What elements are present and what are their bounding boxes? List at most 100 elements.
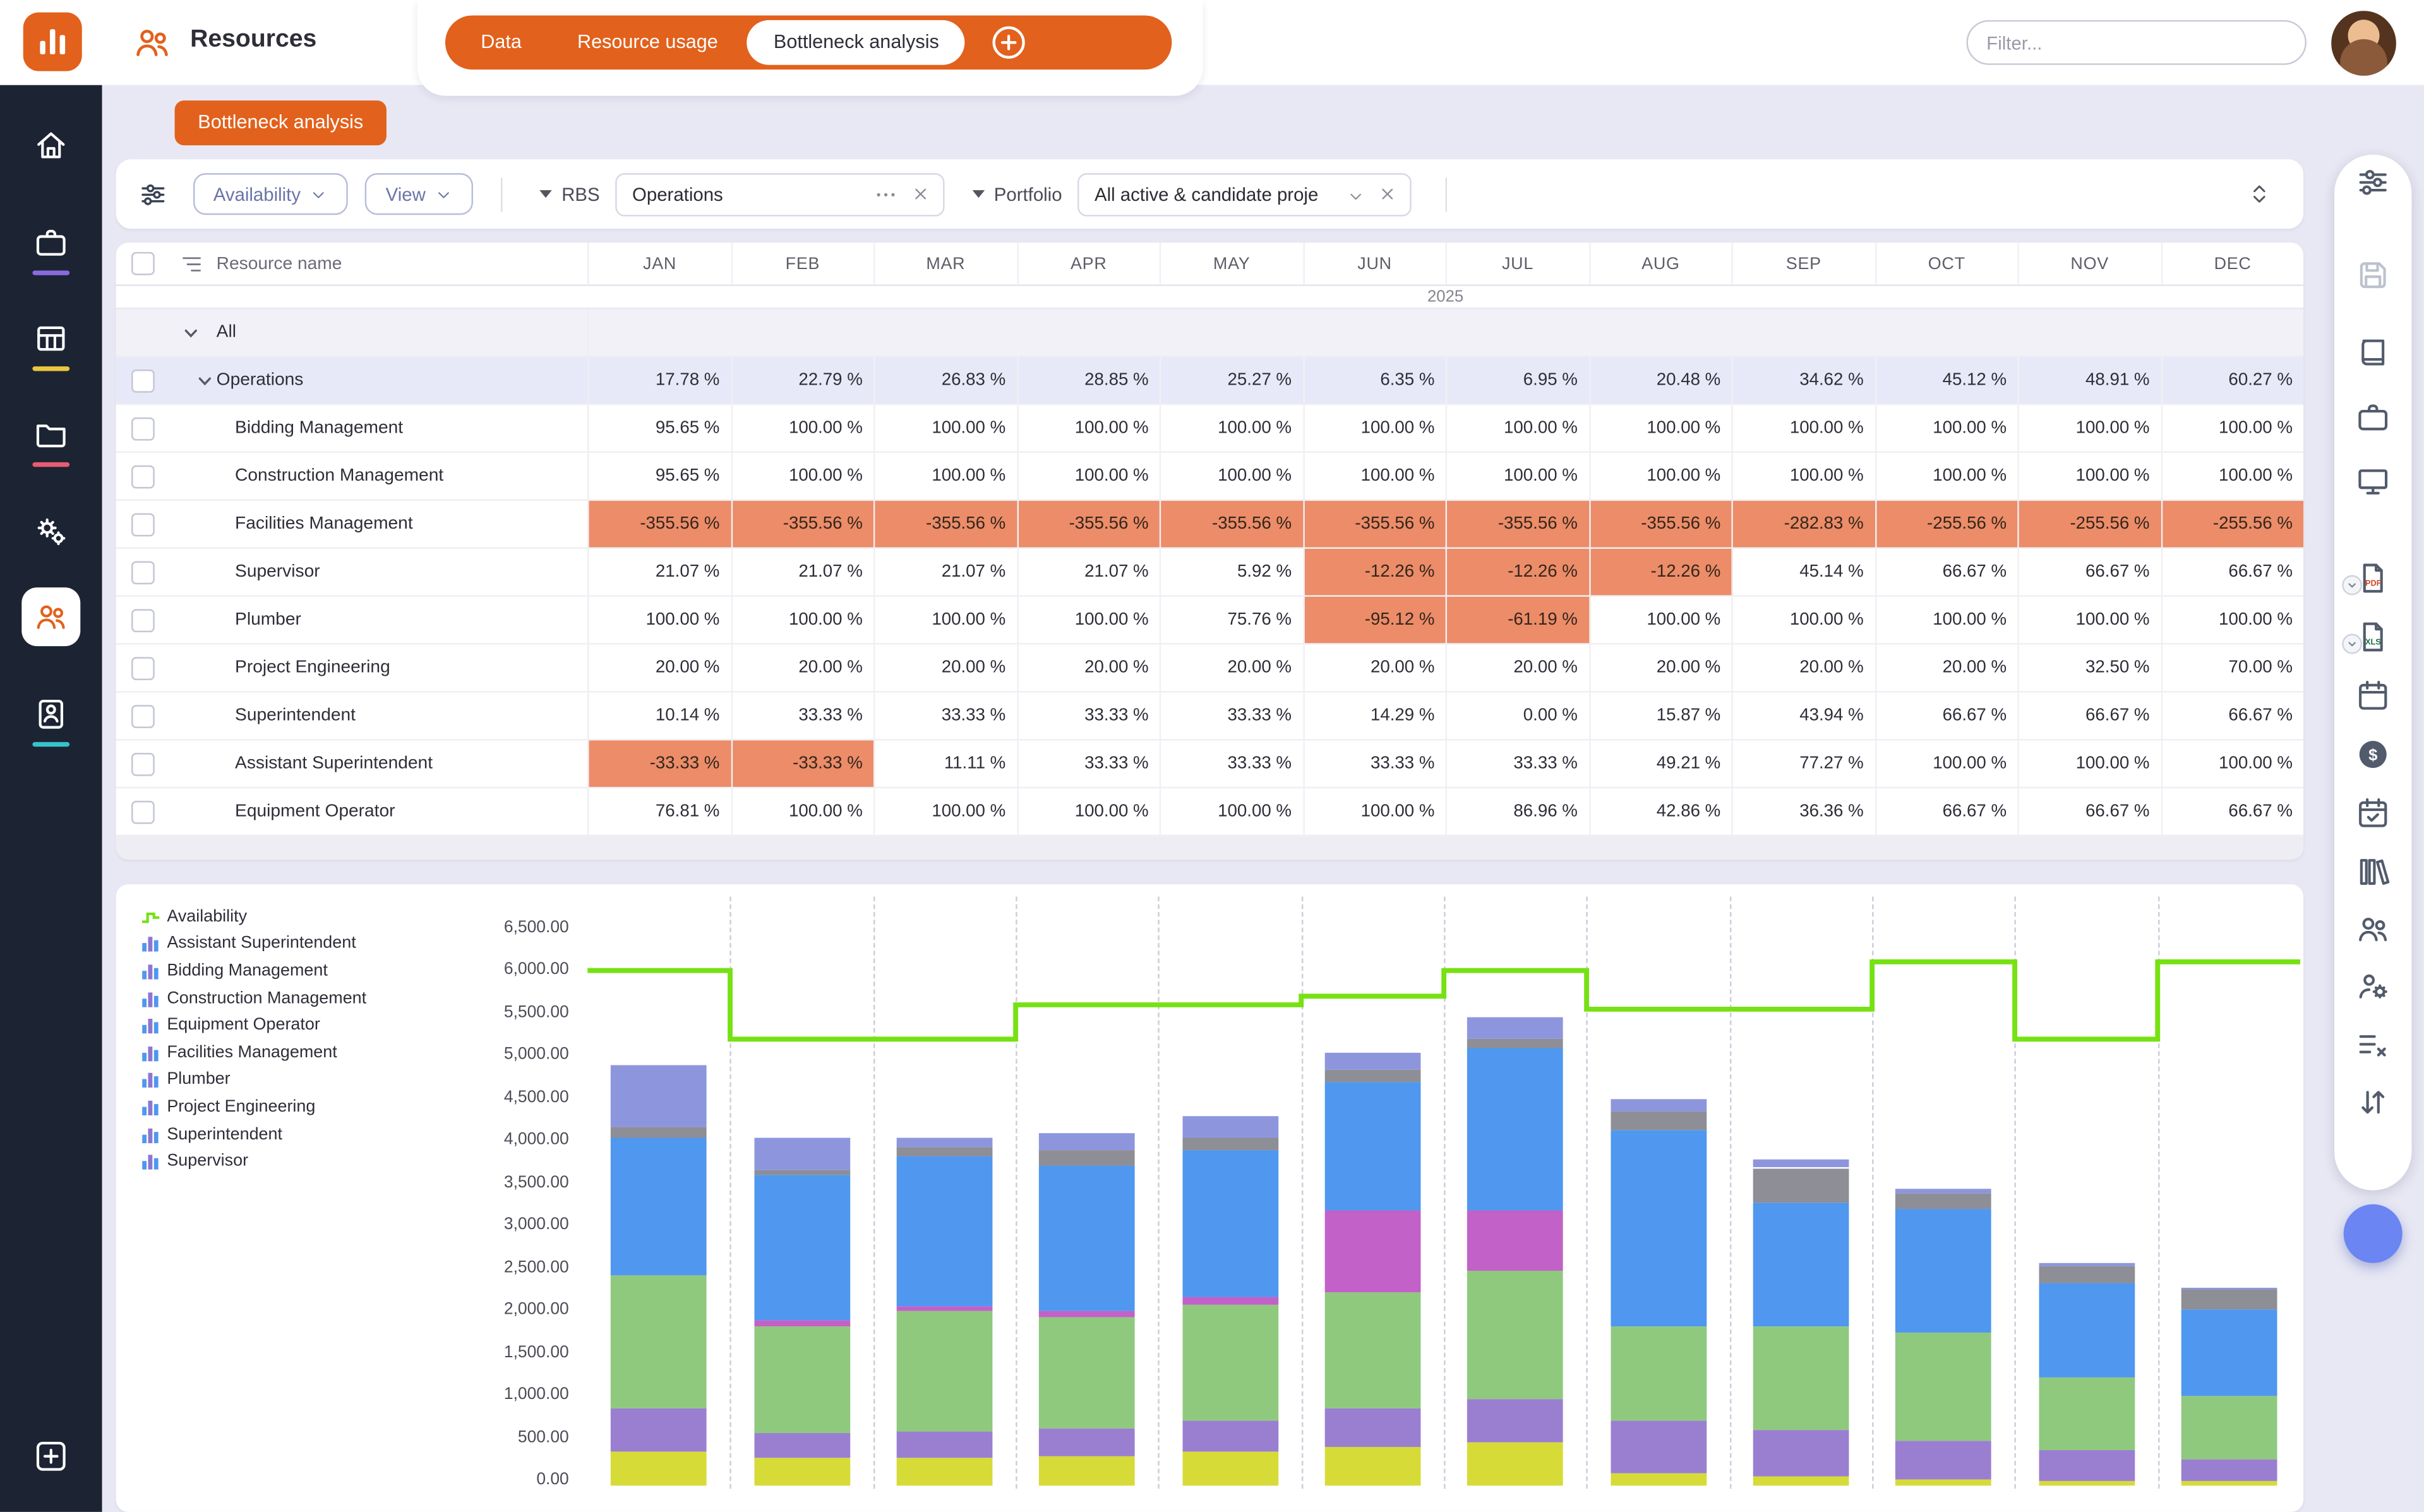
- row-checkbox[interactable]: [131, 704, 155, 728]
- row-checkbox[interactable]: [131, 369, 155, 392]
- month-header[interactable]: SEP: [1733, 243, 1876, 284]
- month-header[interactable]: MAR: [875, 243, 1017, 284]
- table-row[interactable]: Operations17.78 %22.79 %26.83 %28.85 %25…: [116, 357, 2303, 405]
- sort-icon[interactable]: [2355, 1084, 2392, 1121]
- sidebar-item-settings[interactable]: [32, 513, 69, 551]
- bar-segment: [1753, 1430, 1849, 1477]
- briefcase-icon[interactable]: [2355, 399, 2392, 436]
- more-options-icon[interactable]: [873, 182, 898, 207]
- table-row[interactable]: All: [116, 309, 2303, 357]
- rbs-select[interactable]: Operations: [615, 172, 944, 216]
- portfolio-caret-icon[interactable]: [973, 190, 985, 204]
- sidebar-item-projects[interactable]: [32, 224, 69, 261]
- people-icon[interactable]: [2355, 911, 2392, 948]
- bar-segment: [2181, 1288, 2277, 1290]
- row-checkbox[interactable]: [131, 465, 155, 488]
- month-header[interactable]: JAN: [589, 243, 732, 284]
- month-header[interactable]: FEB: [732, 243, 875, 284]
- sidebar-item-add[interactable]: [32, 1437, 69, 1475]
- bar-segment: [1039, 1428, 1135, 1455]
- y-axis-tick: 3,000.00: [429, 1215, 568, 1233]
- availability-cell: 33.33 %: [1018, 740, 1161, 786]
- download-badge-icon[interactable]: [2342, 634, 2362, 654]
- column-settings-icon[interactable]: [138, 179, 169, 210]
- availability-cell: 100.00 %: [875, 597, 1017, 643]
- resource-name: Plumber: [217, 597, 587, 643]
- bar-segment: [1039, 1316, 1135, 1428]
- calendar-icon[interactable]: [2355, 677, 2392, 714]
- month-header[interactable]: JUN: [1304, 243, 1447, 284]
- table-row[interactable]: Equipment Operator76.81 %100.00 %100.00 …: [116, 788, 2303, 836]
- month-header[interactable]: DEC: [2162, 243, 2303, 284]
- chevron-down-icon: [310, 185, 328, 203]
- table-row[interactable]: Plumber100.00 %100.00 %100.00 %100.00 %7…: [116, 597, 2303, 645]
- table-row[interactable]: Superintendent10.14 %33.33 %33.33 %33.33…: [116, 693, 2303, 741]
- row-checkbox[interactable]: [131, 656, 155, 680]
- row-checkbox[interactable]: [131, 512, 155, 536]
- hierarchy-icon[interactable]: [179, 252, 204, 277]
- sidebar-item-home[interactable]: [32, 127, 69, 164]
- y-axis-tick: 1,000.00: [429, 1385, 568, 1403]
- excel-icon[interactable]: XLS: [2355, 618, 2392, 656]
- row-checkbox[interactable]: [131, 417, 155, 440]
- row-checkbox[interactable]: [131, 800, 155, 824]
- table-row[interactable]: Supervisor21.07 %21.07 %21.07 %21.07 %5.…: [116, 549, 2303, 597]
- book-icon[interactable]: [2355, 334, 2392, 371]
- adjust-icon[interactable]: [2355, 164, 2392, 201]
- filter-input[interactable]: [1966, 20, 2306, 65]
- presentation-icon[interactable]: [2355, 464, 2392, 501]
- table-row[interactable]: Bidding Management95.65 %100.00 %100.00 …: [116, 405, 2303, 453]
- sidebar-item-equipment[interactable]: [32, 320, 69, 357]
- select-all-checkbox[interactable]: [131, 252, 155, 275]
- month-header[interactable]: OCT: [1876, 243, 2019, 284]
- month-header[interactable]: MAY: [1161, 243, 1304, 284]
- month-header[interactable]: AUG: [1590, 243, 1732, 284]
- sidebar-item-reports[interactable]: [32, 695, 69, 733]
- table-row[interactable]: Project Engineering20.00 %20.00 %20.00 %…: [116, 645, 2303, 693]
- availability-cell: -12.26 %: [1447, 549, 1590, 595]
- table-scrollbar-track[interactable]: [116, 836, 2303, 860]
- expand-panel-icon[interactable]: [2247, 181, 2273, 207]
- save-icon[interactable]: [2355, 256, 2392, 294]
- calendar-check-icon[interactable]: [2355, 795, 2392, 832]
- availability-dropdown[interactable]: Availability: [193, 173, 349, 215]
- bar-segment: [2038, 1263, 2134, 1266]
- portfolio-select[interactable]: All active & candidate proje: [1077, 172, 1412, 216]
- clear-rbs-icon[interactable]: [911, 184, 931, 204]
- month-header[interactable]: NOV: [2019, 243, 2162, 284]
- add-tab-button[interactable]: [990, 23, 1029, 62]
- people-gear-icon[interactable]: [2355, 968, 2392, 1005]
- table-row[interactable]: Facilities Management-355.56 %-355.56 %-…: [116, 501, 2303, 549]
- expand-chevron-icon[interactable]: [181, 323, 201, 344]
- row-checkbox[interactable]: [131, 560, 155, 584]
- tab-resource-usage[interactable]: Resource usage: [551, 20, 744, 65]
- bottleneck-analysis-chip[interactable]: Bottleneck analysis: [175, 100, 387, 145]
- sidebar-item-files[interactable]: [32, 416, 69, 453]
- table-row[interactable]: Assistant Superintendent-33.33 %-33.33 %…: [116, 740, 2303, 788]
- availability-cell: -355.56 %: [589, 501, 732, 547]
- list-x-icon[interactable]: [2355, 1026, 2392, 1064]
- row-checkbox[interactable]: [131, 752, 155, 776]
- rbs-caret-icon[interactable]: [540, 190, 553, 204]
- floating-action-button[interactable]: [2344, 1204, 2403, 1263]
- dollar-icon[interactable]: $: [2355, 736, 2392, 773]
- month-header[interactable]: APR: [1018, 243, 1161, 284]
- view-dropdown[interactable]: View: [366, 173, 474, 215]
- library-icon[interactable]: [2355, 853, 2392, 891]
- bar-segment: [1467, 1017, 1563, 1039]
- bar-segment: [896, 1457, 992, 1485]
- pdf-icon[interactable]: PDF: [2355, 560, 2392, 597]
- tab-data[interactable]: Data: [455, 20, 548, 65]
- month-header[interactable]: JUL: [1447, 243, 1590, 284]
- availability-cell: 33.33 %: [1304, 740, 1447, 786]
- tab-bottleneck-analysis[interactable]: Bottleneck analysis: [747, 20, 965, 65]
- table-row[interactable]: Construction Management95.65 %100.00 %10…: [116, 453, 2303, 501]
- row-checkbox[interactable]: [131, 608, 155, 632]
- expand-chevron-icon[interactable]: [195, 371, 215, 391]
- download-badge-icon[interactable]: [2342, 575, 2362, 596]
- clear-portfolio-icon[interactable]: [1377, 184, 1398, 204]
- sidebar-item-resources[interactable]: [32, 598, 69, 635]
- chevron-down-icon[interactable]: [1347, 185, 1365, 203]
- user-avatar[interactable]: [2331, 11, 2396, 76]
- app-logo[interactable]: [23, 13, 82, 71]
